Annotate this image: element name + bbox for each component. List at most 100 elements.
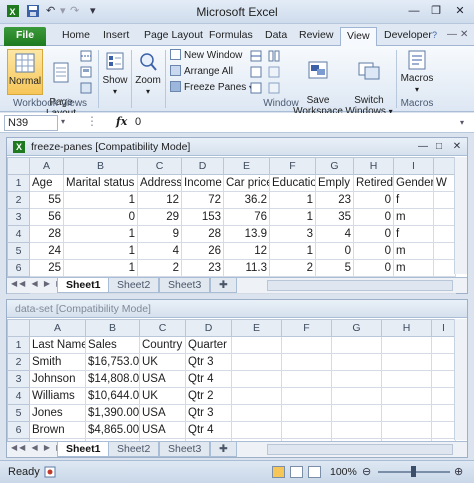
cell[interactable]: USA <box>139 404 186 422</box>
insert-sheet-icon[interactable]: ✚ <box>210 278 237 293</box>
cell[interactable]: 1 <box>269 191 316 209</box>
cell[interactable]: 5 <box>315 259 354 277</box>
sheet-tab-sheet2[interactable]: Sheet2 <box>108 442 160 457</box>
row-header[interactable]: 1 <box>7 336 30 354</box>
cell[interactable]: 35 <box>315 208 354 226</box>
cell[interactable]: Quarter <box>185 336 232 354</box>
cell[interactable] <box>331 370 382 388</box>
cell[interactable]: 25 <box>29 259 64 277</box>
column-header[interactable]: F <box>281 319 332 337</box>
page-break-preview-icon[interactable] <box>80 50 92 65</box>
cell[interactable]: Qtr 4 <box>185 370 232 388</box>
switch-windows-button[interactable]: Switch Windows ▾ <box>345 49 393 117</box>
workbook-close-button[interactable]: ✕ <box>449 140 465 153</box>
tab-file[interactable]: File <box>4 27 46 46</box>
row-header[interactable]: 2 <box>7 353 30 371</box>
row-header[interactable]: 5 <box>7 242 30 260</box>
show-button[interactable]: Show ▾ <box>101 49 129 96</box>
cell[interactable]: 0 <box>353 208 394 226</box>
new-window-button[interactable]: New Window <box>170 49 242 63</box>
zoom-out-icon[interactable]: ⊖ <box>362 465 371 478</box>
cell[interactable]: 29 <box>137 208 182 226</box>
cell[interactable]: 28 <box>29 225 64 243</box>
workbook-close-icon[interactable]: ✕ <box>460 29 468 40</box>
cell[interactable] <box>331 353 382 371</box>
cell[interactable]: 9 <box>137 225 182 243</box>
cell[interactable]: Jones <box>29 404 86 422</box>
cell[interactable]: Car price <box>223 174 270 192</box>
macros-button[interactable]: Macros ▾ <box>399 49 435 95</box>
cell[interactable] <box>331 421 382 439</box>
save-workspace-button[interactable]: Save Workspace <box>292 49 344 117</box>
cell[interactable]: 0 <box>353 225 394 243</box>
cell[interactable]: Income <box>181 174 224 192</box>
worksheet-grid[interactable]: A B C D E F G H I 1 Last Name Sales Country Quarter 2 S… <box>7 319 456 456</box>
cell[interactable]: $4,865.00 <box>85 421 140 439</box>
macro-record-icon[interactable] <box>44 466 56 481</box>
cell[interactable]: $1,390.00 <box>85 404 140 422</box>
formula-bar-collapse-icon[interactable]: ▾ <box>460 118 464 127</box>
cell[interactable] <box>433 259 456 277</box>
cell[interactable]: 0 <box>353 259 394 277</box>
cell[interactable]: 1 <box>63 259 138 277</box>
cell[interactable]: 23 <box>181 259 224 277</box>
insert-sheet-icon[interactable]: ✚ <box>210 442 237 457</box>
cell[interactable]: W <box>433 174 456 192</box>
workbook-minimize-button[interactable]: — <box>415 140 431 153</box>
row-header[interactable]: 6 <box>7 259 30 277</box>
cell[interactable] <box>331 404 382 422</box>
cell[interactable] <box>431 421 456 439</box>
column-header[interactable]: A <box>29 319 86 337</box>
column-header[interactable]: G <box>315 157 354 175</box>
zoom-level[interactable]: 100% <box>330 466 357 478</box>
column-header[interactable]: F <box>269 157 316 175</box>
insert-function-icon[interactable]: fx <box>116 115 127 128</box>
cell[interactable]: USA <box>139 421 186 439</box>
horizontal-scrollbar[interactable] <box>267 444 453 455</box>
cell[interactable]: Gender <box>393 174 434 192</box>
row-header[interactable]: 2 <box>7 191 30 209</box>
cell[interactable]: 12 <box>223 242 270 260</box>
cell[interactable] <box>281 387 332 405</box>
cell[interactable]: m <box>393 242 434 260</box>
maximize-button[interactable]: ❐ <box>426 3 446 19</box>
column-header[interactable]: D <box>185 319 232 337</box>
tab-formulas[interactable]: Formulas <box>203 27 259 46</box>
cell[interactable]: 153 <box>181 208 224 226</box>
row-header[interactable]: 1 <box>7 174 30 192</box>
column-header[interactable] <box>433 157 456 175</box>
zoom-in-icon[interactable]: ⊕ <box>454 465 463 478</box>
full-screen-icon[interactable] <box>80 82 92 97</box>
view-side-by-side-icon[interactable] <box>268 50 280 65</box>
cell[interactable]: Johnson <box>29 370 86 388</box>
tab-data[interactable]: Data <box>259 27 293 46</box>
minimize-button[interactable]: — <box>404 3 424 19</box>
vertical-scrollbar[interactable] <box>454 319 467 440</box>
cell[interactable]: Smith <box>29 353 86 371</box>
cell[interactable]: $14,808.00 <box>85 370 140 388</box>
sheet-tab-sheet3[interactable]: Sheet3 <box>159 278 211 293</box>
cell[interactable]: UK <box>139 353 186 371</box>
column-header[interactable]: H <box>353 157 394 175</box>
cell[interactable] <box>231 404 282 422</box>
tab-view[interactable]: View <box>340 27 377 46</box>
workbook-window-data-set[interactable]: data-set [Compatibility Mode] ABCDEFGHI1… <box>6 299 468 458</box>
synchronous-scrolling-icon[interactable] <box>268 66 280 81</box>
freeze-panes-button[interactable]: Freeze Panes ▾ <box>170 81 253 95</box>
cell[interactable] <box>231 421 282 439</box>
cell[interactable]: f <box>393 225 434 243</box>
zoom-slider-thumb[interactable] <box>411 466 416 477</box>
cell[interactable] <box>231 370 282 388</box>
close-button[interactable]: ✕ <box>450 3 470 19</box>
cell[interactable]: 0 <box>315 242 354 260</box>
column-header[interactable]: I <box>431 319 456 337</box>
workbook-restore-button[interactable]: □ <box>431 140 447 153</box>
sheet-tab-sheet1[interactable]: Sheet1 <box>57 442 110 457</box>
cell[interactable] <box>231 387 282 405</box>
formula-bar-expand-icon[interactable]: ⋮ <box>86 114 98 128</box>
cell[interactable] <box>231 336 282 354</box>
cell[interactable]: Qtr 3 <box>185 353 232 371</box>
row-header[interactable]: 4 <box>7 225 30 243</box>
tab-insert[interactable]: Insert <box>97 27 135 46</box>
cell[interactable]: Brown <box>29 421 86 439</box>
